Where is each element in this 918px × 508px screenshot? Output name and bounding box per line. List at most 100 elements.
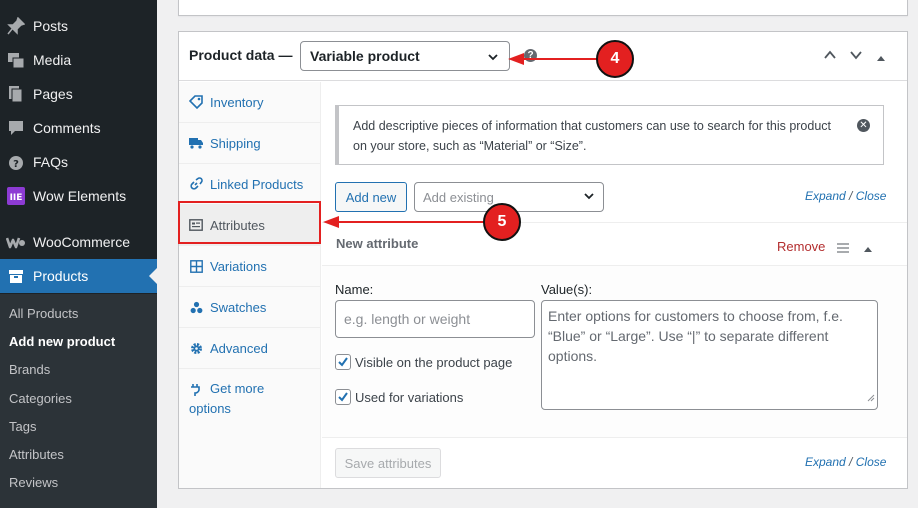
add-existing-placeholder: Add existing: [423, 189, 494, 205]
submenu-add-new-product[interactable]: Add new product: [9, 334, 115, 349]
pin-icon: [6, 16, 26, 36]
admin-sidebar: Posts Media Pages Comments ? FAQs IIE Wo…: [0, 0, 157, 508]
pages-icon: [6, 84, 26, 104]
attributes-panel: Add descriptive pieces of information th…: [322, 82, 907, 488]
tab-label: Swatches: [210, 299, 267, 315]
close-icon[interactable]: ✕: [857, 119, 870, 132]
tab-label: Inventory: [210, 94, 264, 110]
attributes-tab-highlight: [178, 201, 321, 244]
faq-icon: ?: [6, 152, 26, 172]
wow-elements-icon: IIE: [6, 186, 26, 206]
menu-posts[interactable]: Posts: [0, 9, 157, 43]
used-for-variations-label: Used for variations: [355, 390, 464, 405]
chevron-down-icon: [583, 190, 595, 205]
move-up-icon[interactable]: [823, 48, 837, 67]
tab-label: Linked Products: [210, 176, 304, 192]
expand-close-links-bottom: Expand / Close: [805, 455, 886, 469]
menu-comments[interactable]: Comments: [0, 111, 157, 145]
checkmark-icon: [338, 357, 348, 367]
values-placeholder: Enter options for customers to choose fr…: [548, 308, 843, 364]
checkmark-icon: [338, 392, 348, 402]
products-submenu: All Products Add new product Brands Cate…: [0, 294, 157, 508]
menu-label: WooCommerce: [33, 234, 130, 250]
product-data-header: Product data — Variable product ?: [179, 32, 907, 81]
move-down-icon[interactable]: [849, 48, 863, 67]
menu-wow-elements[interactable]: IIE Wow Elements: [0, 179, 157, 213]
link-icon: [189, 177, 203, 191]
attribute-header-row[interactable]: New attribute Remove: [322, 222, 907, 266]
expand-link[interactable]: Expand: [805, 189, 846, 203]
collapse-toggle-icon[interactable]: [876, 50, 886, 68]
step-4-marker: 4: [596, 40, 634, 78]
close-link[interactable]: Close: [856, 189, 887, 203]
tab-label-line2: options: [189, 401, 231, 416]
product-data-panel: Product data — Variable product ? Invent…: [178, 31, 908, 489]
media-icon: [6, 50, 26, 70]
submenu-attributes[interactable]: Attributes: [9, 447, 64, 462]
menu-label: Pages: [33, 86, 73, 102]
menu-woocommerce[interactable]: WooCommerce: [0, 225, 157, 259]
svg-text:?: ?: [13, 159, 19, 170]
chevron-down-icon: [487, 50, 499, 66]
menu-label: FAQs: [33, 154, 69, 170]
attribute-title: New attribute: [336, 236, 419, 251]
tab-advanced[interactable]: Advanced: [179, 328, 321, 369]
plugin-icon: [189, 382, 203, 396]
tab-swatches[interactable]: Swatches: [179, 287, 321, 328]
menu-pages[interactable]: Pages: [0, 77, 157, 111]
products-icon: [6, 266, 26, 286]
tab-label: Advanced: [210, 340, 268, 356]
notice-text: Add descriptive pieces of information th…: [353, 119, 832, 153]
product-data-tabs: Inventory Shipping Linked Products Attri…: [179, 82, 321, 488]
resize-handle-icon[interactable]: [867, 387, 875, 407]
editor-panel-above: [178, 0, 908, 16]
drag-handle-icon[interactable]: [837, 240, 849, 258]
submenu-reviews[interactable]: Reviews: [9, 475, 58, 490]
attribute-values-textarea[interactable]: Enter options for customers to choose fr…: [541, 300, 878, 410]
step-5-marker: 5: [483, 203, 521, 241]
tab-inventory[interactable]: Inventory: [179, 82, 321, 123]
tab-variations[interactable]: Variations: [179, 246, 321, 287]
menu-media[interactable]: Media: [0, 43, 157, 77]
swatches-icon: [189, 300, 203, 314]
add-new-attribute-button[interactable]: Add new: [335, 182, 407, 212]
woocommerce-icon: [6, 232, 26, 252]
submenu-all-products[interactable]: All Products: [9, 306, 78, 321]
name-label: Name:: [335, 282, 374, 297]
menu-products[interactable]: Products: [0, 259, 157, 293]
remove-attribute-link[interactable]: Remove: [777, 239, 825, 254]
collapse-attribute-icon[interactable]: [863, 241, 873, 259]
tab-shipping[interactable]: Shipping: [179, 123, 321, 164]
menu-label: Products: [33, 268, 89, 284]
help-icon[interactable]: ?: [524, 49, 537, 62]
separator: /: [849, 189, 853, 203]
submenu-categories[interactable]: Categories: [9, 391, 72, 406]
tab-get-more-options[interactable]: Get more options: [179, 369, 321, 430]
separator: /: [849, 455, 853, 469]
tab-linked-products[interactable]: Linked Products: [179, 164, 321, 205]
submenu-brands[interactable]: Brands: [9, 362, 50, 377]
menu-label: Posts: [33, 18, 69, 34]
comments-icon: [6, 118, 26, 138]
menu-label: Comments: [33, 120, 101, 136]
visible-checkbox[interactable]: [335, 354, 351, 370]
submenu-tags[interactable]: Tags: [9, 419, 36, 434]
svg-text:IIE: IIE: [10, 193, 23, 203]
menu-faqs[interactable]: ? FAQs: [0, 145, 157, 179]
menu-label: Wow Elements: [33, 188, 127, 204]
product-type-select[interactable]: Variable product: [300, 41, 510, 71]
tab-label-line1: Get more: [210, 381, 265, 396]
expand-link[interactable]: Expand: [805, 455, 846, 469]
tab-label: Variations: [210, 258, 267, 274]
save-attributes-button[interactable]: Save attributes: [335, 448, 441, 478]
used-for-variations-checkbox[interactable]: [335, 389, 351, 405]
grid-icon: [189, 259, 203, 273]
gear-icon: [189, 341, 203, 355]
expand-close-links: Expand / Close: [805, 189, 886, 203]
tab-label: Shipping: [210, 135, 261, 151]
attribute-name-input[interactable]: e.g. length or weight: [335, 300, 535, 338]
close-link[interactable]: Close: [856, 455, 887, 469]
attribute-fields: Name: e.g. length or weight Value(s): En…: [322, 266, 907, 438]
panel-title: Product data —: [189, 47, 293, 63]
truck-icon: [189, 136, 203, 150]
